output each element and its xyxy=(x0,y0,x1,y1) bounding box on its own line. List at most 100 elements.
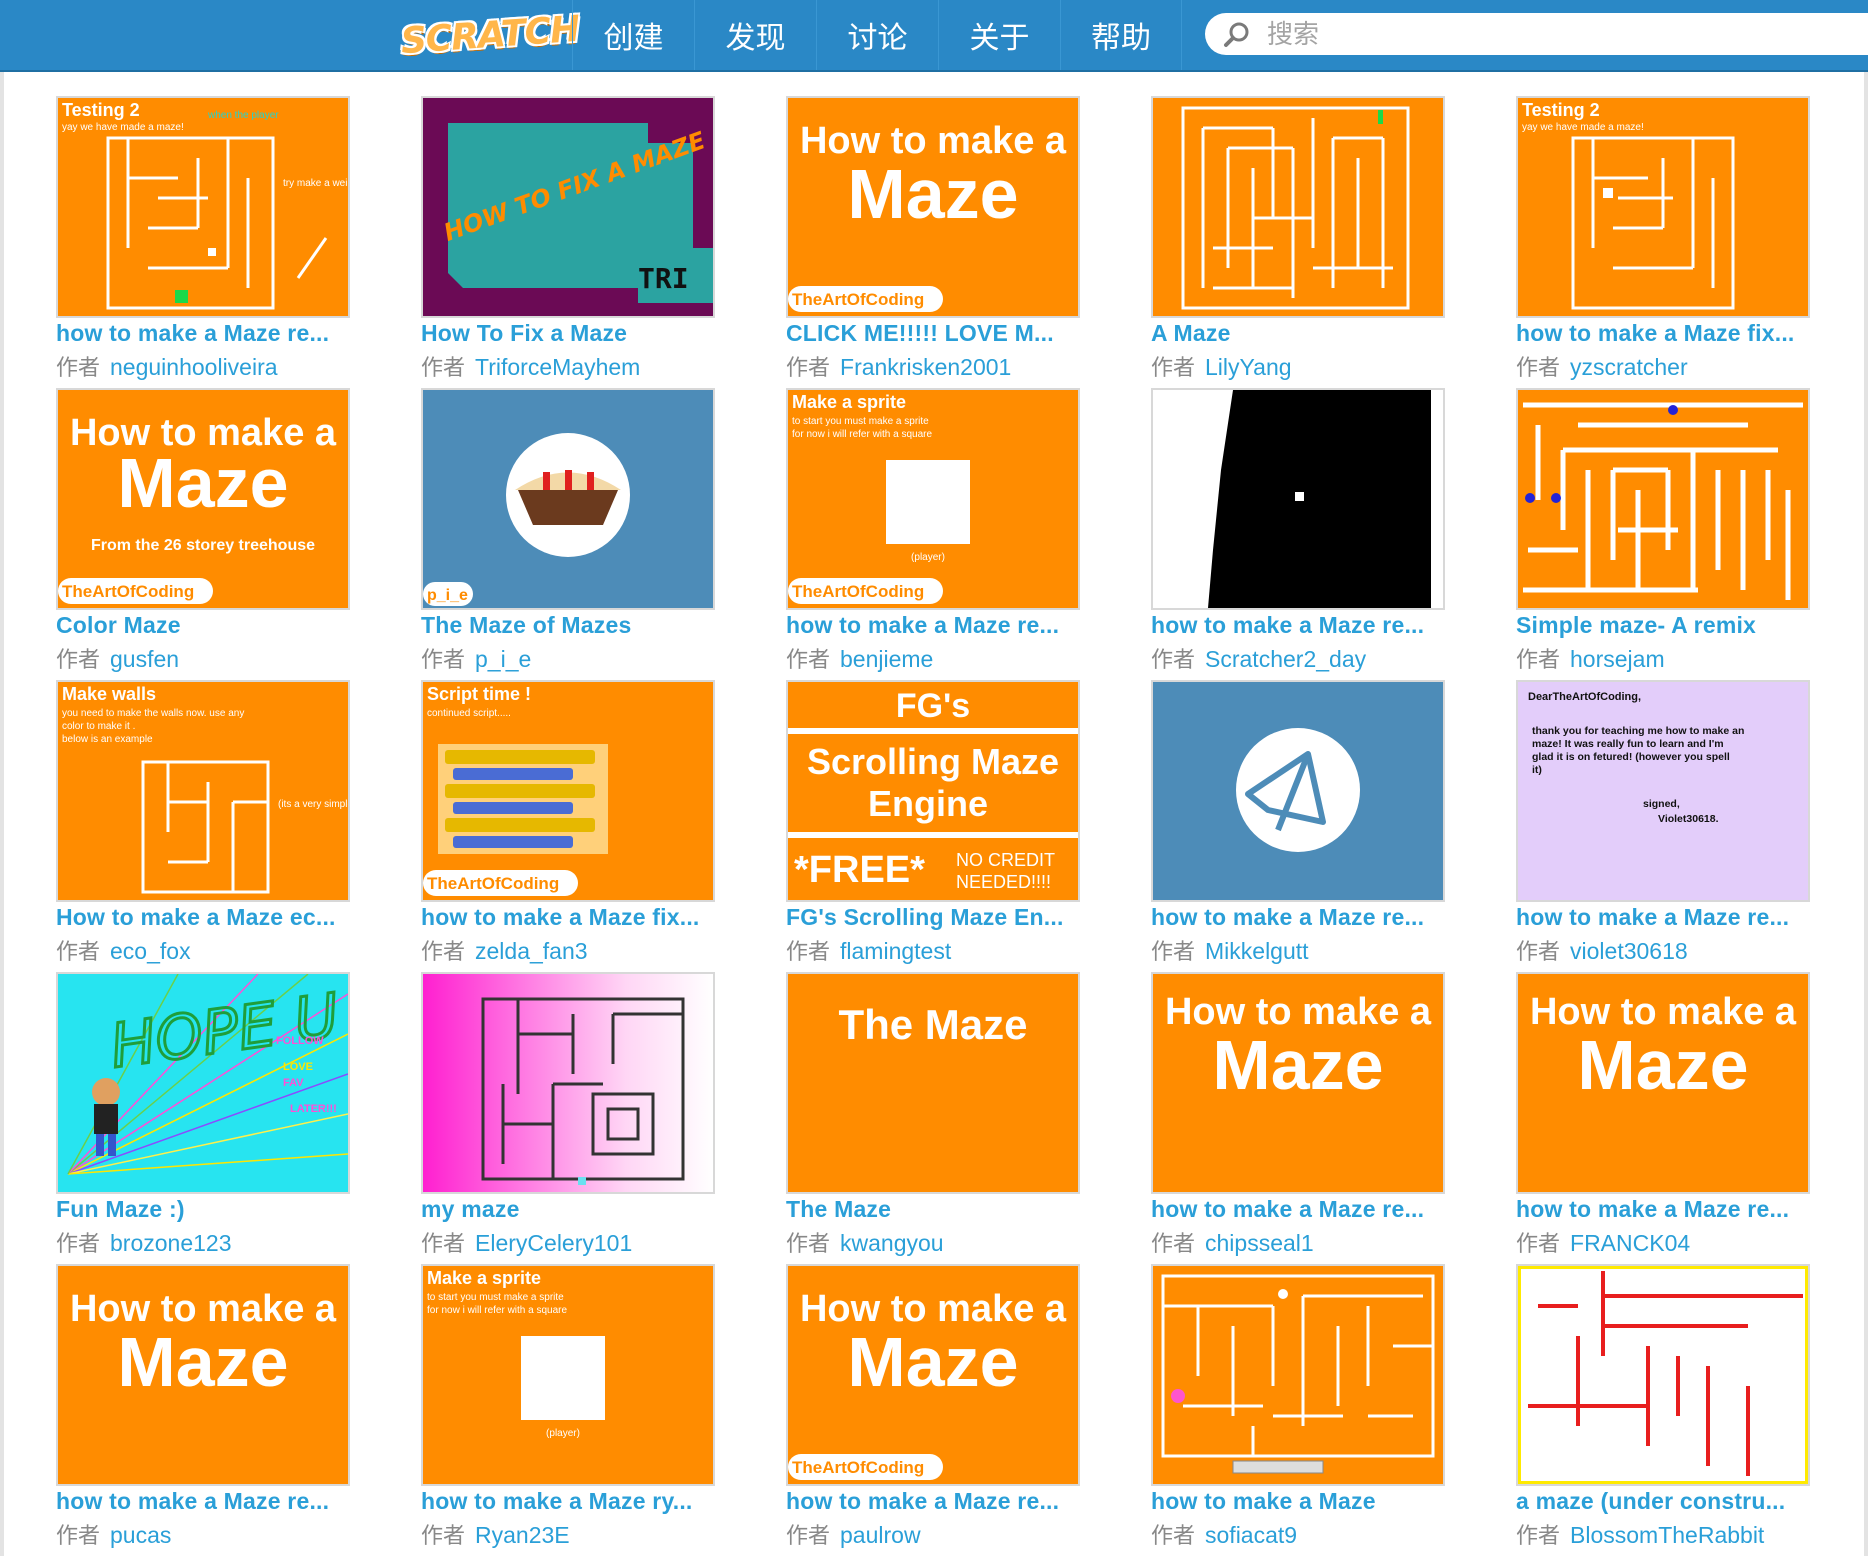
project-title-link[interactable]: my maze xyxy=(421,1196,721,1223)
project-card[interactable]: A Maze 作者 LilyYang xyxy=(1151,96,1451,386)
project-thumbnail[interactable]: Testing 2 yay we have made a maze! when … xyxy=(56,96,350,318)
nav-discuss[interactable]: 讨论 xyxy=(816,0,938,70)
project-card[interactable]: p_i_e The Maze of Mazes 作者 p_i_e xyxy=(421,388,721,678)
project-card[interactable]: DearTheArtOfCoding, thank you for teachi… xyxy=(1516,680,1816,970)
project-title-link[interactable]: how to make a Maze ry... xyxy=(421,1488,721,1515)
project-thumbnail[interactable] xyxy=(421,972,715,1194)
author-link[interactable]: eco_fox xyxy=(110,938,191,964)
nav-help[interactable]: 帮助 xyxy=(1060,0,1182,70)
author-link[interactable]: LilyYang xyxy=(1205,354,1292,380)
project-thumbnail[interactable]: How to make a Maze xyxy=(1516,972,1810,1194)
project-card[interactable]: Make a sprite to start you must make a s… xyxy=(786,388,1086,678)
project-card[interactable]: HOW TO FIX A MAZE TRI How To Fix a Maze … xyxy=(421,96,721,386)
scratch-logo[interactable]: SCRATCH xyxy=(399,4,580,65)
project-card[interactable]: FG's Scrolling Maze Engine *FREE* NO CRE… xyxy=(786,680,1086,970)
project-title-link[interactable]: A Maze xyxy=(1151,320,1451,347)
author-link[interactable]: yzscratcher xyxy=(1570,354,1688,380)
search-box[interactable] xyxy=(1205,13,1868,55)
author-link[interactable]: FRANCK04 xyxy=(1570,1230,1690,1256)
project-card[interactable]: Make a sprite to start you must make a s… xyxy=(421,1264,721,1554)
project-thumbnail[interactable]: Testing 2 yay we have made a maze! xyxy=(1516,96,1810,318)
project-card[interactable]: how to make a Maze re... 作者 Mikkelgutt xyxy=(1151,680,1451,970)
project-card[interactable]: how to make a Maze 作者 sofiacat9 xyxy=(1151,1264,1451,1554)
project-title-link[interactable]: how to make a Maze fix... xyxy=(1516,320,1816,347)
project-card[interactable]: How to make a Maze how to make a Maze re… xyxy=(1151,972,1451,1262)
project-thumbnail[interactable]: How to make a Maze From the 26 storey tr… xyxy=(56,388,350,610)
nav-create[interactable]: 创建 xyxy=(572,0,694,70)
project-thumbnail[interactable] xyxy=(1516,388,1810,610)
nav-about[interactable]: 关于 xyxy=(938,0,1060,70)
project-card[interactable]: How to make a Maze how to make a Maze re… xyxy=(1516,972,1816,1262)
project-title-link[interactable]: how to make a Maze re... xyxy=(1151,904,1451,931)
project-thumbnail[interactable]: How to make a Maze TheArtOfCoding xyxy=(786,96,1080,318)
author-link[interactable]: brozone123 xyxy=(110,1230,232,1256)
project-title-link[interactable]: how to make a Maze re... xyxy=(56,1488,356,1515)
project-title-link[interactable]: How To Fix a Maze xyxy=(421,320,721,347)
project-title-link[interactable]: how to make a Maze xyxy=(1151,1488,1451,1515)
author-link[interactable]: Frankrisken2001 xyxy=(840,354,1011,380)
project-title-link[interactable]: Color Maze xyxy=(56,612,356,639)
author-link[interactable]: paulrow xyxy=(840,1522,921,1548)
project-thumbnail[interactable]: HOW TO FIX A MAZE TRI xyxy=(421,96,715,318)
project-thumbnail[interactable]: HOPE U LIKED IT FOLLOW LOVE FAV LATER!!! xyxy=(56,972,350,1194)
project-title-link[interactable]: how to make a Maze re... xyxy=(1151,612,1451,639)
project-thumbnail[interactable] xyxy=(1151,96,1445,318)
project-thumbnail[interactable] xyxy=(1151,388,1445,610)
author-link[interactable]: benjieme xyxy=(840,646,933,672)
project-thumbnail[interactable]: Make walls you need to make the walls no… xyxy=(56,680,350,902)
project-card[interactable]: Testing 2 yay we have made a maze! how t… xyxy=(1516,96,1816,386)
project-title-link[interactable]: CLICK ME!!!!! LOVE M... xyxy=(786,320,1086,347)
project-thumbnail[interactable]: Script time ! continued script..... TheA… xyxy=(421,680,715,902)
nav-explore[interactable]: 发现 xyxy=(694,0,816,70)
project-thumbnail[interactable]: FG's Scrolling Maze Engine *FREE* NO CRE… xyxy=(786,680,1080,902)
project-thumbnail[interactable] xyxy=(1516,1264,1810,1486)
project-thumbnail[interactable] xyxy=(1151,1264,1445,1486)
project-card[interactable]: how to make a Maze re... 作者 Scratcher2_da… xyxy=(1151,388,1451,678)
project-thumbnail[interactable]: p_i_e xyxy=(421,388,715,610)
author-link[interactable]: neguinhooliveira xyxy=(110,354,278,380)
project-title-link[interactable]: How to make a Maze ec... xyxy=(56,904,356,931)
author-link[interactable]: gusfen xyxy=(110,646,179,672)
project-title-link[interactable]: how to make a Maze re... xyxy=(56,320,356,347)
author-link[interactable]: sofiacat9 xyxy=(1205,1522,1297,1548)
project-card[interactable]: Simple maze- A remix 作者 horsejam xyxy=(1516,388,1816,678)
project-thumbnail[interactable] xyxy=(1151,680,1445,902)
author-link[interactable]: kwangyou xyxy=(840,1230,944,1256)
project-card[interactable]: How to make a Maze From the 26 storey tr… xyxy=(56,388,356,678)
project-title-link[interactable]: FG's Scrolling Maze En... xyxy=(786,904,1086,931)
project-card[interactable]: How to make a Maze TheArtOfCoding CLICK … xyxy=(786,96,1086,386)
author-link[interactable]: Scratcher2_day xyxy=(1205,646,1366,672)
project-card[interactable]: Testing 2 yay we have made a maze! when … xyxy=(56,96,356,386)
author-link[interactable]: pucas xyxy=(110,1522,171,1548)
author-link[interactable]: zelda_fan3 xyxy=(475,938,588,964)
project-card[interactable]: a maze (under constru... 作者 BlossomTheRab… xyxy=(1516,1264,1816,1554)
project-card[interactable]: Script time ! continued script..... TheA… xyxy=(421,680,721,970)
project-card[interactable]: my maze 作者 EleryCelery101 xyxy=(421,972,721,1262)
project-title-link[interactable]: Fun Maze :) xyxy=(56,1196,356,1223)
project-thumbnail[interactable]: How to make a Maze xyxy=(56,1264,350,1486)
project-card[interactable]: The Maze The Maze 作者 kwangyou xyxy=(786,972,1086,1262)
author-link[interactable]: chipsseal1 xyxy=(1205,1230,1314,1256)
project-title-link[interactable]: Simple maze- A remix xyxy=(1516,612,1816,639)
project-thumbnail[interactable]: How to make a Maze xyxy=(1151,972,1445,1194)
project-thumbnail[interactable]: Make a sprite to start you must make a s… xyxy=(421,1264,715,1486)
project-thumbnail[interactable]: DearTheArtOfCoding, thank you for teachi… xyxy=(1516,680,1810,902)
project-title-link[interactable]: The Maze of Mazes xyxy=(421,612,721,639)
author-link[interactable]: Mikkelgutt xyxy=(1205,938,1309,964)
project-thumbnail[interactable]: Make a sprite to start you must make a s… xyxy=(786,388,1080,610)
project-card[interactable]: Make walls you need to make the walls no… xyxy=(56,680,356,970)
project-thumbnail[interactable]: The Maze xyxy=(786,972,1080,1194)
project-title-link[interactable]: how to make a Maze re... xyxy=(1516,1196,1816,1223)
project-title-link[interactable]: a maze (under constru... xyxy=(1516,1488,1816,1515)
project-title-link[interactable]: how to make a Maze re... xyxy=(786,1488,1086,1515)
author-link[interactable]: TriforceMayhem xyxy=(475,354,640,380)
project-title-link[interactable]: how to make a Maze re... xyxy=(1151,1196,1451,1223)
project-title-link[interactable]: The Maze xyxy=(786,1196,1086,1223)
author-link[interactable]: violet30618 xyxy=(1570,938,1688,964)
project-card[interactable]: How to make a Maze TheArtOfCoding how to… xyxy=(786,1264,1086,1554)
project-card[interactable]: How to make a Maze how to make a Maze re… xyxy=(56,1264,356,1554)
project-card[interactable]: HOPE U LIKED IT FOLLOW LOVE FAV LATER!!!… xyxy=(56,972,356,1262)
author-link[interactable]: p_i_e xyxy=(475,646,531,672)
author-link[interactable]: BlossomTheRabbit xyxy=(1570,1522,1764,1548)
search-input[interactable] xyxy=(1265,17,1868,53)
